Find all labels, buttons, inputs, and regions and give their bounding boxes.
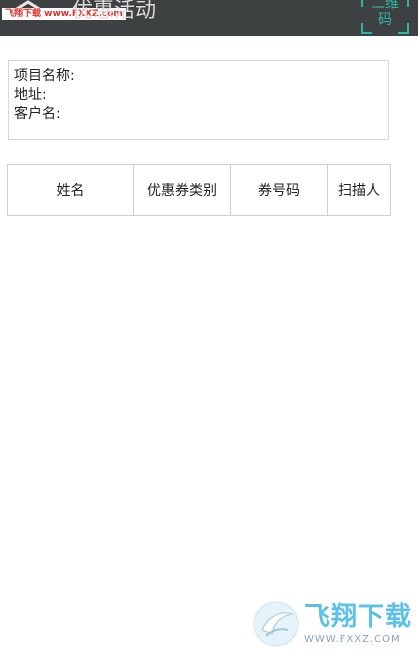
qr-button-label: 二维 码	[361, 0, 409, 28]
watermark-brand: 飞翔下载	[304, 602, 413, 632]
column-header-coupon-code: 券号码	[231, 165, 328, 215]
coupon-table-header: 姓名 优惠券类别 券号码 扫描人	[7, 164, 391, 216]
fxxz-logo-icon	[253, 601, 299, 647]
qr-scan-button[interactable]: 二维 码	[361, 0, 409, 34]
column-header-name: 姓名	[8, 165, 134, 215]
page-title: 优惠活动	[72, 0, 156, 22]
qr-label-line1: 二维	[371, 0, 399, 12]
watermark-bottom: 飞翔下载 WWW.FXXZ.COM	[252, 600, 412, 650]
address-label: 地址:	[14, 87, 47, 103]
project-info-card: 项目名称: 地址: 客户名:	[8, 60, 389, 140]
customer-name-label: 客户名:	[14, 106, 61, 122]
watermark-url: WWW.FXXZ.COM	[304, 634, 401, 645]
top-app-bar: 飞翔下载 www.FXXZ.com 优惠活动 二维 码	[0, 0, 418, 36]
column-header-scanner: 扫描人	[338, 183, 380, 199]
column-header-coupon-type: 优惠券类别	[134, 165, 231, 215]
qr-label-line2: 码	[378, 12, 392, 28]
project-name-label: 项目名称:	[14, 68, 75, 84]
